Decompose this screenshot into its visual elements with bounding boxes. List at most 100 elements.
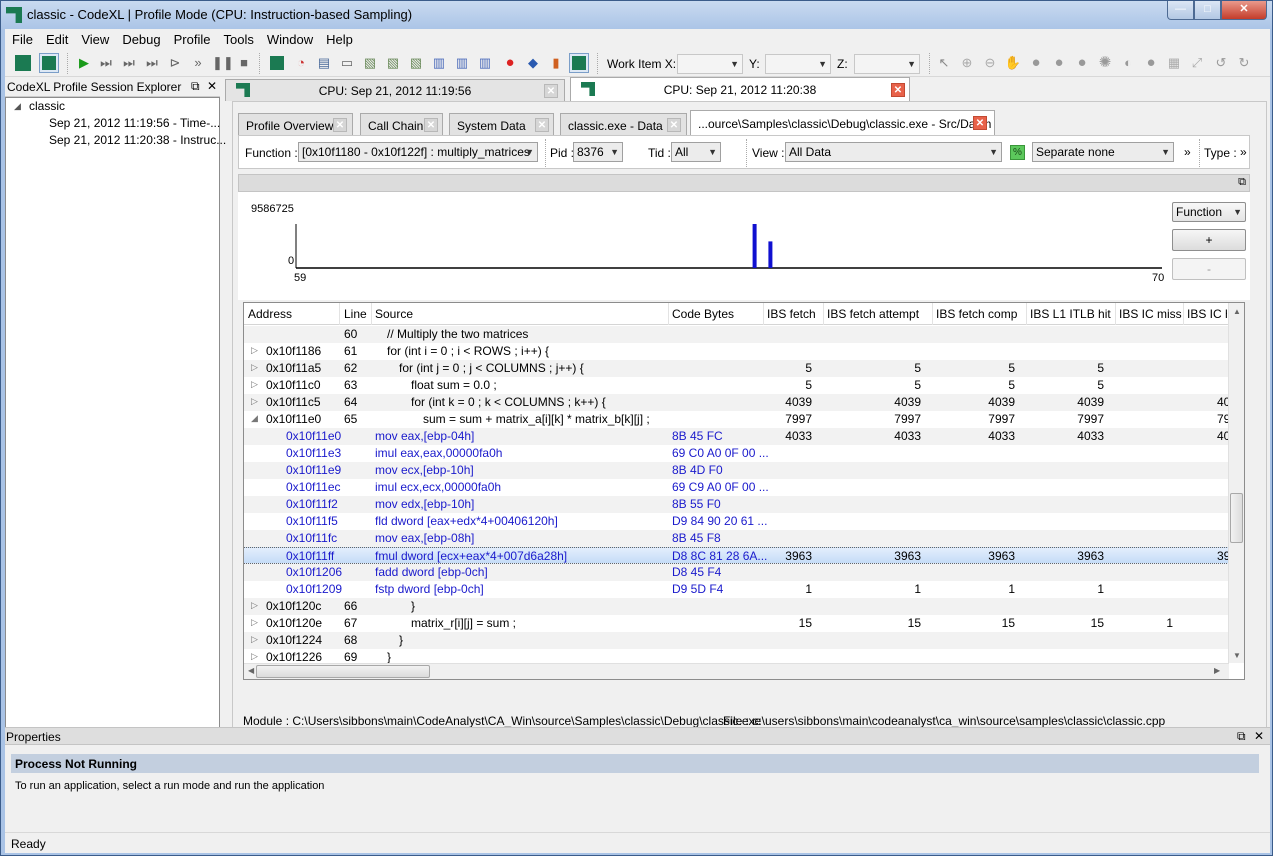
- work-item-z-select[interactable]: ▼: [854, 54, 920, 74]
- close-window-button[interactable]: ✕: [1221, 1, 1267, 20]
- maximize-button[interactable]: □: [1194, 1, 1221, 20]
- column-header-ibs-ic-hit[interactable]: IBS IC h: [1187, 307, 1227, 323]
- column-header-ibs-fetch[interactable]: IBS fetch: [767, 307, 816, 323]
- column-header-line[interactable]: Line: [344, 307, 367, 323]
- tree-session-item[interactable]: Sep 21, 2012 11:19:56 - Time-...: [49, 116, 220, 130]
- vertical-scrollbar[interactable]: ▲ ▼: [1228, 303, 1244, 663]
- expand-icon[interactable]: ▷: [251, 634, 258, 645]
- close-panel-icon[interactable]: ✕: [1254, 729, 1264, 743]
- horizontal-scroll-thumb[interactable]: [256, 665, 430, 678]
- percent-toggle-button[interactable]: %: [1010, 145, 1025, 160]
- pid-select[interactable]: 8376 ▼: [573, 142, 623, 162]
- codexl-logo-icon[interactable]: [270, 56, 284, 70]
- column-header-ibs-fetch-comp[interactable]: IBS fetch comp: [936, 307, 1017, 323]
- step-over-icon[interactable]: ⏭: [97, 54, 115, 72]
- float-panel-icon[interactable]: ⧉: [191, 79, 200, 94]
- tree-root-classic[interactable]: classic: [29, 99, 65, 113]
- disasm-row[interactable]: 0x10f11e3 imul eax,eax,00000fa0h 69 C0 A0 …: [244, 445, 1229, 462]
- draw-step-icon[interactable]: »: [189, 54, 207, 72]
- source-row[interactable]: ▷ 0x10f11a5 62 for (int j = 0 ; j < COLUMNS…: [244, 360, 1229, 377]
- tab-system-data[interactable]: System Data ✕: [449, 113, 554, 135]
- close-tab-icon[interactable]: ✕: [424, 118, 438, 132]
- column-header-ibs-fetch-attempt[interactable]: IBS fetch attempt: [827, 307, 919, 323]
- graph2-icon[interactable]: ▥: [453, 54, 471, 72]
- pause-icon[interactable]: ❚❚: [212, 54, 234, 72]
- tab-profile-overview[interactable]: Profile Overview ✕: [238, 113, 353, 135]
- group-by-select[interactable]: Function ▼: [1172, 202, 1246, 222]
- expand-icon[interactable]: ▷: [251, 600, 258, 611]
- bw-icon[interactable]: ◐: [1119, 54, 1137, 72]
- rotate-right-icon[interactable]: ↻: [1235, 54, 1253, 72]
- green-channel-icon[interactable]: ●: [1050, 54, 1068, 72]
- column-header-code-bytes[interactable]: Code Bytes: [672, 307, 734, 323]
- expand-icon[interactable]: ▷: [251, 396, 258, 407]
- stop-icon[interactable]: ■: [235, 54, 253, 72]
- zoom-100-icon[interactable]: ▦: [1165, 54, 1183, 72]
- graph3-icon[interactable]: ▥: [476, 54, 494, 72]
- memory-icon[interactable]: ▭: [338, 54, 356, 72]
- play-icon[interactable]: ▶: [75, 54, 93, 72]
- float-panel-icon[interactable]: ⧉: [1237, 729, 1246, 744]
- close-tab-icon[interactable]: ✕: [535, 118, 549, 132]
- red-channel-icon[interactable]: ●: [1027, 54, 1045, 72]
- disasm-row[interactable]: 0x10f1206 fadd dword [ebp-0ch] D8 45 F4: [244, 564, 1229, 581]
- column-header-ibs-l1-itlb-hit[interactable]: IBS L1 ITLB hit: [1030, 307, 1111, 323]
- alpha-channel-icon[interactable]: ✺: [1096, 54, 1114, 72]
- fit-icon[interactable]: ⤢: [1188, 54, 1206, 72]
- tab-call-chain[interactable]: Call Chain ✕: [360, 113, 443, 135]
- view-select[interactable]: All Data ▼: [785, 142, 1002, 162]
- source-row[interactable]: ▷ 0x10f1224 68}: [244, 632, 1229, 649]
- tab-src-dasm[interactable]: ...ource\Samples\classic\Debug\classic.e…: [690, 110, 995, 135]
- collapse-icon[interactable]: ◢: [251, 413, 258, 424]
- source-row[interactable]: ▷ 0x10f120e 67 matrix_r[i][j] = sum ; 15 15 15…: [244, 615, 1229, 632]
- profile-mode-icon[interactable]: [39, 53, 59, 73]
- menu-tools[interactable]: Tools: [216, 29, 259, 47]
- more-filters-button[interactable]: »: [1184, 145, 1191, 159]
- source-row[interactable]: ▷ 0x10f11c0 63 float sum = 0.0 ; 5 5 5 5: [244, 377, 1229, 394]
- close-panel-icon[interactable]: ✕: [207, 79, 217, 93]
- tab-classic-data[interactable]: classic.exe - Data ✕: [560, 113, 687, 135]
- close-tab-icon[interactable]: ✕: [544, 84, 558, 98]
- expand-triangle-icon[interactable]: ◢: [14, 101, 21, 112]
- source-row[interactable]: 60 // Multiply the two matrices: [244, 326, 1229, 343]
- expand-icon[interactable]: ▷: [251, 617, 258, 628]
- source-row[interactable]: ▷ 0x10f120c 66}: [244, 598, 1229, 615]
- work-item-x-select[interactable]: ▼: [677, 54, 743, 74]
- menu-profile[interactable]: Profile: [167, 29, 217, 47]
- function-select[interactable]: [0x10f1180 - 0x10f122f] : multiply_matri…: [298, 142, 538, 162]
- column-header-address[interactable]: Address: [248, 307, 292, 323]
- disasm-row[interactable]: 0x10f11fc mov eax,[ebp-08h] 8B 45 F8: [244, 530, 1229, 547]
- pointer-icon[interactable]: ↖: [935, 54, 953, 72]
- menu-file[interactable]: File: [5, 29, 39, 47]
- blue-channel-icon[interactable]: ●: [1073, 54, 1091, 72]
- tree-session-item[interactable]: Sep 21, 2012 11:20:38 - Instruc...: [49, 133, 226, 147]
- column-header-ibs-ic-miss[interactable]: IBS IC miss: [1119, 307, 1182, 323]
- close-tab-icon[interactable]: ✕: [333, 118, 347, 132]
- menu-edit[interactable]: Edit: [39, 29, 74, 47]
- source-row[interactable]: ▷ 0x10f11c5 64 for (int k = 0 ; k < COLUMNS…: [244, 394, 1229, 411]
- disasm-row[interactable]: 0x10f11e0 mov eax,[ebp-04h] 8B 45 FC 4033 40…: [244, 428, 1229, 445]
- analyzer-icon[interactable]: ▮: [547, 54, 565, 72]
- step-out-icon[interactable]: ⏭: [143, 54, 161, 72]
- source-row[interactable]: ▷ 0x10f1186 61 for (int i = 0 ; i < ROWS ; …: [244, 343, 1229, 360]
- tid-select[interactable]: All ▼: [671, 142, 721, 162]
- separate-select[interactable]: Separate none ▼: [1032, 142, 1174, 162]
- profile-session-icon[interactable]: [569, 53, 589, 73]
- scroll-down-icon[interactable]: ▼: [1233, 651, 1241, 660]
- zoom-in-icon[interactable]: ⊕: [958, 54, 976, 72]
- object-icon[interactable]: ▧: [384, 54, 402, 72]
- step-in-icon[interactable]: ⏭: [120, 54, 138, 72]
- float-panel-icon[interactable]: ⧉: [1238, 176, 1246, 189]
- menu-help[interactable]: Help: [319, 29, 359, 47]
- graph-icon[interactable]: ▥: [430, 54, 448, 72]
- scroll-right-icon[interactable]: ▶: [1214, 666, 1220, 675]
- disasm-row[interactable]: 0x10f11ff fmul dword [ecx+eax*4+007d6a28h…: [244, 547, 1229, 564]
- disasm-row[interactable]: 0x10f1209 fstp dword [ebp-0ch] D9 5D F4 1 1 1…: [244, 581, 1229, 598]
- menu-debug[interactable]: Debug: [115, 29, 166, 47]
- debug-mode-icon[interactable]: [15, 55, 31, 71]
- frame-step-icon[interactable]: ⊳: [166, 54, 184, 72]
- work-item-y-select[interactable]: ▼: [765, 54, 831, 74]
- expand-icon[interactable]: ▷: [251, 379, 258, 390]
- calls-history-icon[interactable]: ▧: [361, 54, 379, 72]
- more-type-button[interactable]: »: [1240, 145, 1247, 159]
